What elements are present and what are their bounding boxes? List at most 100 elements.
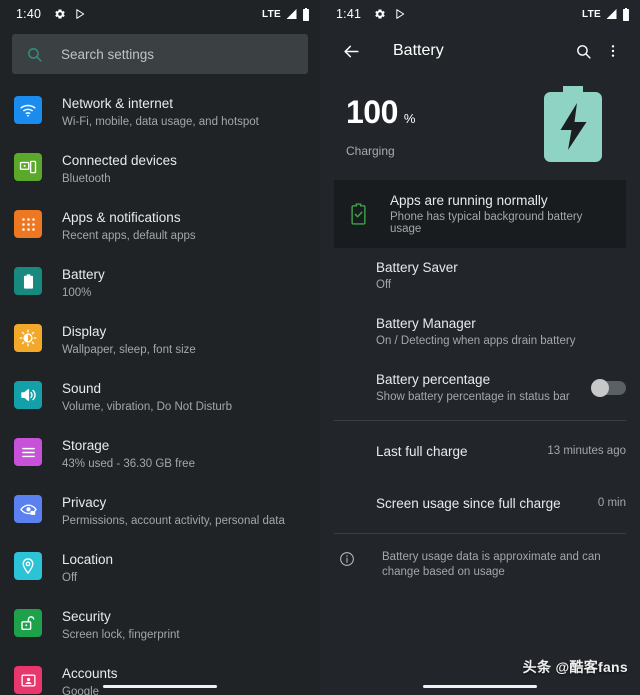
- settings-item-connected-devices[interactable]: Connected devices Bluetooth: [0, 143, 320, 200]
- settings-panel: 1:40 LTE Search settings Network & inter…: [0, 0, 320, 695]
- stat-last-full-charge[interactable]: Last full charge 13 minutes ago: [320, 425, 640, 477]
- settings-item-subtitle: 43% used - 36.30 GB free: [62, 458, 195, 470]
- option-subtitle: On / Detecting when apps drain battery: [376, 335, 576, 347]
- battery-icon: [14, 267, 42, 295]
- settings-item-subtitle: 100%: [62, 287, 92, 299]
- option-battery-manager[interactable]: Battery Manager On / Detecting when apps…: [320, 304, 640, 360]
- battery-icon: [622, 7, 630, 21]
- watermark: 头条 @酷客fans: [522, 659, 628, 675]
- settings-item-subtitle: Recent apps, default apps: [62, 230, 196, 242]
- more-vertical-icon[interactable]: [598, 36, 628, 66]
- wifi-icon: [14, 96, 42, 124]
- gear-icon: [374, 8, 386, 20]
- battery-panel: 1:41 LTE Battery 100 % Charging Apps are…: [320, 0, 640, 695]
- account-card-icon: [14, 666, 42, 694]
- info-icon: [336, 551, 358, 567]
- settings-item-sound[interactable]: Sound Volume, vibration, Do Not Disturb: [0, 371, 320, 428]
- settings-item-title: Apps & notifications: [62, 210, 181, 225]
- settings-item-subtitle: Wi-Fi, mobile, data usage, and hotspot: [62, 116, 259, 128]
- status-bar-left: 1:40 LTE: [0, 0, 320, 28]
- settings-item-storage[interactable]: Storage 43% used - 36.30 GB free: [0, 428, 320, 485]
- lock-open-icon: [14, 609, 42, 637]
- search-icon: [26, 46, 43, 63]
- card-subtitle: Phone has typical background battery usa…: [390, 211, 583, 235]
- settings-item-network-internet[interactable]: Network & internet Wi-Fi, mobile, data u…: [0, 86, 320, 143]
- settings-item-subtitle: Volume, vibration, Do Not Disturb: [62, 401, 233, 413]
- footnote-text: Battery usage data is approximate and ca…: [382, 551, 601, 578]
- settings-item-privacy[interactable]: Privacy Permissions, account activity, p…: [0, 485, 320, 542]
- settings-item-accounts[interactable]: Accounts Google: [0, 656, 320, 695]
- battery-hero: 100 % Charging: [320, 74, 640, 178]
- signal-icon: [605, 8, 618, 20]
- back-arrow-icon[interactable]: [336, 36, 366, 66]
- settings-item-display[interactable]: Display Wallpaper, sleep, font size: [0, 314, 320, 371]
- option-subtitle: Off: [376, 279, 392, 291]
- battery-app-bar: Battery: [320, 28, 640, 74]
- settings-item-title: Location: [62, 552, 114, 567]
- brightness-icon: [14, 324, 42, 352]
- apps-status-card[interactable]: Apps are running normally Phone has typi…: [334, 180, 626, 248]
- option-title: Battery Manager: [376, 316, 476, 331]
- settings-list: Network & internet Wi-Fi, mobile, data u…: [0, 86, 320, 695]
- stat-title: Last full charge: [376, 443, 468, 459]
- settings-item-title: Display: [62, 324, 107, 339]
- option-battery-percentage[interactable]: Battery percentage Show battery percenta…: [320, 360, 640, 416]
- toggle-knob: [591, 379, 609, 397]
- settings-item-title: Network & internet: [62, 96, 174, 111]
- battery-charging-icon: [544, 85, 602, 167]
- search-settings-bar[interactable]: Search settings: [12, 34, 308, 74]
- signal-icon: [285, 8, 298, 20]
- section-divider: [334, 420, 626, 421]
- settings-item-subtitle: Permissions, account activity, personal …: [62, 515, 285, 527]
- option-title: Battery Saver: [376, 260, 458, 275]
- settings-item-title: Connected devices: [62, 153, 177, 168]
- battery-footnote: Battery usage data is approximate and ca…: [320, 538, 640, 592]
- home-indicator-left[interactable]: [103, 685, 217, 688]
- settings-item-subtitle: Bluetooth: [62, 173, 111, 185]
- percent-symbol: %: [403, 111, 416, 126]
- battery-check-icon: [344, 203, 372, 225]
- privacy-eye-icon: [14, 495, 42, 523]
- stat-screen-usage[interactable]: Screen usage since full charge 0 min: [320, 477, 640, 529]
- search-icon[interactable]: [568, 36, 598, 66]
- settings-item-title: Storage: [62, 438, 110, 453]
- storage-icon: [14, 438, 42, 466]
- search-placeholder: Search settings: [61, 46, 155, 62]
- apps-grid-icon: [14, 210, 42, 238]
- settings-item-location[interactable]: Location Off: [0, 542, 320, 599]
- battery-percentage-toggle[interactable]: [591, 379, 626, 397]
- settings-item-battery[interactable]: Battery 100%: [0, 257, 320, 314]
- battery-percent-value: 100: [346, 94, 398, 130]
- stat-value: 13 minutes ago: [547, 445, 626, 457]
- card-title: Apps are running normally: [390, 193, 548, 208]
- lte-label: LTE: [261, 8, 281, 20]
- settings-item-subtitle: Screen lock, fingerprint: [62, 629, 180, 641]
- settings-item-title: Accounts: [62, 666, 118, 681]
- status-clock: 1:41: [336, 7, 362, 21]
- battery-icon: [302, 7, 310, 21]
- lte-label: LTE: [581, 8, 601, 20]
- dual-screenshot: 1:40 LTE Search settings Network & inter…: [0, 0, 640, 695]
- option-subtitle: Show battery percentage in status bar: [376, 391, 570, 403]
- option-title: Battery percentage: [376, 372, 491, 387]
- settings-item-title: Sound: [62, 381, 102, 396]
- settings-item-title: Battery: [62, 267, 105, 282]
- settings-item-apps-notifications[interactable]: Apps & notifications Recent apps, defaul…: [0, 200, 320, 257]
- page-title: Battery: [393, 42, 444, 59]
- section-divider: [334, 533, 626, 534]
- settings-item-security[interactable]: Security Screen lock, fingerprint: [0, 599, 320, 656]
- volume-icon: [14, 381, 42, 409]
- charging-state: Charging: [346, 144, 395, 158]
- stat-title: Screen usage since full charge: [376, 495, 561, 511]
- status-bar-right: 1:41 LTE: [320, 0, 640, 28]
- status-clock: 1:40: [16, 7, 42, 21]
- home-indicator-right[interactable]: [423, 685, 537, 688]
- stat-value: 0 min: [597, 497, 626, 509]
- play-store-icon: [395, 8, 406, 20]
- settings-item-subtitle: Off: [62, 572, 78, 584]
- play-store-icon: [75, 8, 86, 20]
- settings-item-subtitle: Wallpaper, sleep, font size: [62, 344, 196, 356]
- option-battery-saver[interactable]: Battery Saver Off: [320, 248, 640, 304]
- settings-item-title: Privacy: [62, 495, 107, 510]
- gear-icon: [54, 8, 66, 20]
